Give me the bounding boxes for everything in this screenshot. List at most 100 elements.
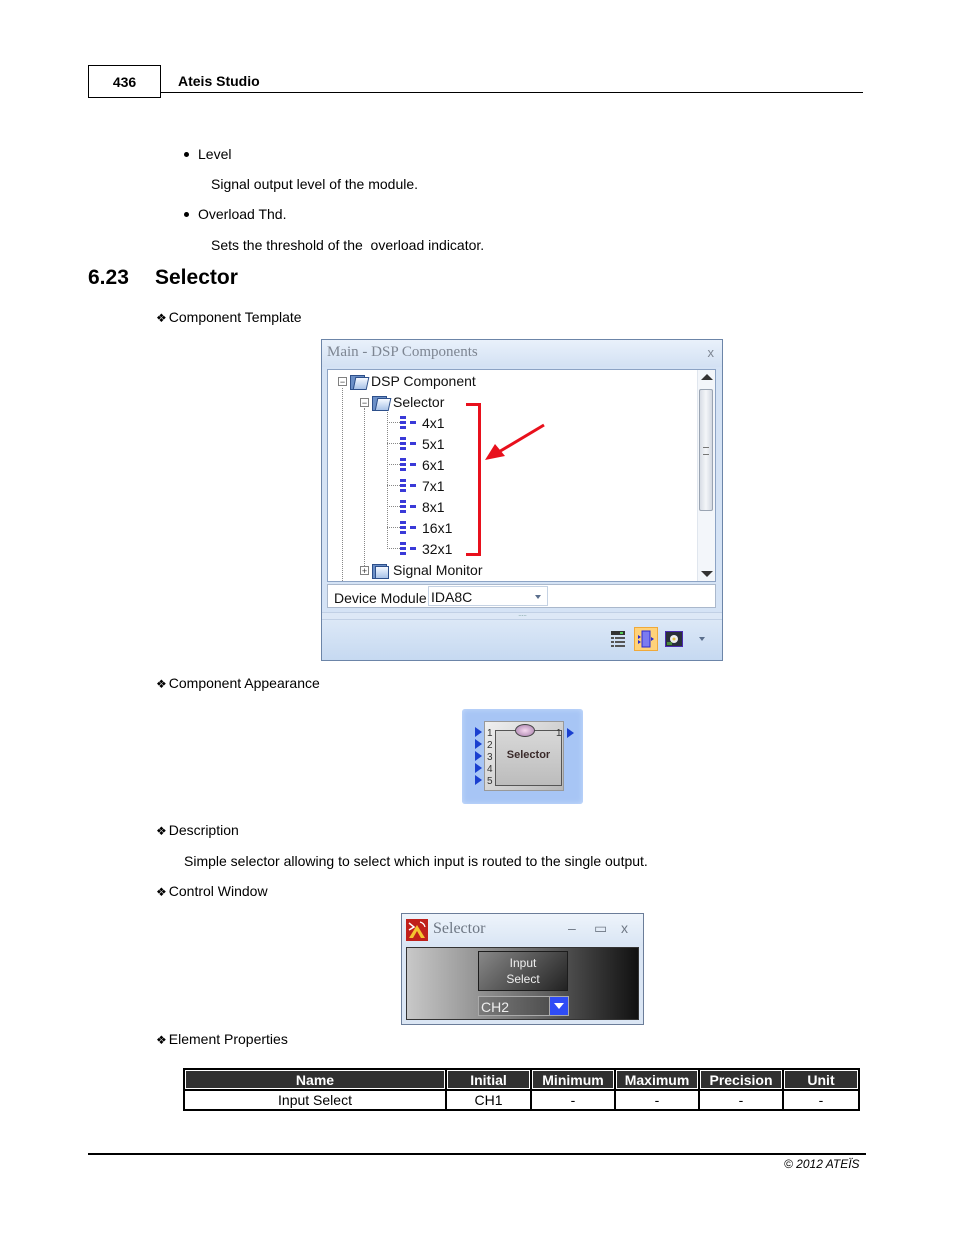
collapse-icon[interactable]: − <box>338 376 347 386</box>
subheading-description: ❖ Description <box>156 822 239 838</box>
tree-leaf-4x1[interactable]: 4x1 <box>400 415 445 431</box>
tree-connector <box>364 408 365 568</box>
input-port-arrow-icon[interactable] <box>475 775 482 785</box>
tree-node-label: 6x1 <box>422 457 445 473</box>
input-port-arrow-icon[interactable] <box>475 727 482 737</box>
image-view-button[interactable] <box>662 627 686 651</box>
tree-connector <box>387 527 400 528</box>
scroll-thumb[interactable] <box>699 389 713 511</box>
cell-initial: CH1 <box>445 1089 532 1111</box>
column-header-maximum: Maximum <box>614 1068 700 1091</box>
input-port-label: 1 <box>487 728 493 739</box>
button-label-line: Input <box>509 956 537 970</box>
description-text: Simple selector allowing to select which… <box>184 853 648 869</box>
component-label: Selector <box>506 749 551 761</box>
close-icon[interactable]: x <box>621 920 628 936</box>
component-view-button[interactable] <box>634 627 658 651</box>
channel-dropdown-button[interactable] <box>549 997 568 1015</box>
table-row: Input Select CH1 - - - - <box>183 1089 860 1111</box>
subheading-component-template: ❖ Component Template <box>156 309 302 325</box>
collapse-icon[interactable]: − <box>360 397 369 407</box>
device-module-select[interactable]: IDA8C <box>428 586 548 606</box>
selector-component-icon <box>400 479 418 493</box>
component-tree: − DSP Component − Selector 4x1 5x1 6x1 7… <box>327 369 716 582</box>
scroll-down-arrow-icon[interactable] <box>701 571 713 577</box>
chevron-down-icon <box>535 595 541 599</box>
subheading-text: Component Template <box>168 309 302 325</box>
toolbar-overflow-button[interactable] <box>690 627 714 651</box>
selector-control-window: Selector – ▭ x Input Select CH2 <box>401 913 644 1025</box>
component-indicator-icon <box>515 724 535 737</box>
header-rule <box>161 92 863 93</box>
maximize-icon[interactable]: ▭ <box>594 920 607 937</box>
control-window-title: Selector <box>433 920 486 937</box>
scroll-up-arrow-icon[interactable] <box>701 374 713 380</box>
tree-connector <box>387 548 400 549</box>
list-view-button[interactable] <box>606 627 630 651</box>
diamond-bullet-icon: ❖ <box>156 677 167 691</box>
minimize-icon[interactable]: – <box>568 920 576 936</box>
subheading-text: Element Properties <box>168 1031 288 1047</box>
selector-component-icon <box>400 458 418 472</box>
scroll-grip-icon <box>703 447 709 455</box>
section-title: Selector <box>155 266 238 289</box>
subheading-text: Description <box>168 822 239 838</box>
footer-copyright: © 2012 ATEÏS <box>784 1157 860 1171</box>
page-number-text: 436 <box>112 73 137 90</box>
tree-leaf-8x1[interactable]: 8x1 <box>400 499 445 515</box>
tree-node-signal-monitor[interactable]: + Signal Monitor <box>360 562 483 579</box>
panel-splitter[interactable]: ····· <box>322 612 722 620</box>
tree-connector <box>387 464 400 465</box>
column-header-unit: Unit <box>782 1068 860 1091</box>
column-header-initial: Initial <box>445 1068 532 1091</box>
subheading-text: Control Window <box>168 883 268 899</box>
tree-leaf-6x1[interactable]: 6x1 <box>400 457 445 473</box>
tree-scrollbar[interactable] <box>697 370 715 581</box>
tree-leaf-32x1[interactable]: 32x1 <box>400 541 452 557</box>
input-port-label: 5 <box>487 776 493 787</box>
tree-node-label: 32x1 <box>422 541 453 557</box>
input-select-button[interactable]: Input Select <box>478 951 568 991</box>
selector-component-icon <box>400 500 418 514</box>
bullet-level-description: Signal output level of the module. <box>211 176 419 192</box>
tree-connector <box>387 506 400 507</box>
channel-select[interactable]: CH2 <box>478 996 569 1016</box>
diamond-bullet-icon: ❖ <box>156 1033 167 1047</box>
tree-node-label: Selector <box>393 394 445 410</box>
tree-node-selector[interactable]: − Selector <box>360 394 445 411</box>
output-port-arrow-icon[interactable] <box>567 728 574 738</box>
annotation-bracket <box>466 403 481 556</box>
tree-leaf-5x1[interactable]: 5x1 <box>400 436 445 452</box>
column-header-precision: Precision <box>698 1068 784 1091</box>
selector-component-icon <box>400 416 418 430</box>
tree-leaf-16x1[interactable]: 16x1 <box>400 520 452 536</box>
bullet-dot <box>184 151 189 157</box>
annotation-arrow-icon <box>485 423 545 460</box>
cell-unit: - <box>782 1089 860 1111</box>
expand-icon[interactable]: + <box>360 565 369 575</box>
input-port-arrow-icon[interactable] <box>475 751 482 761</box>
diamond-bullet-icon: ❖ <box>156 824 167 838</box>
table-header-row: Name Initial Minimum Maximum Precision U… <box>183 1068 860 1091</box>
input-port-arrow-icon[interactable] <box>475 739 482 749</box>
bullet-overload-description: Sets the threshold of the overload indic… <box>211 237 485 253</box>
dsp-toolbar <box>322 620 722 660</box>
diamond-bullet-icon: ❖ <box>156 885 167 899</box>
cell-minimum: - <box>530 1089 616 1111</box>
folder-closed-icon <box>371 563 389 579</box>
close-icon[interactable]: x <box>708 345 715 360</box>
cell-name: Input Select <box>183 1089 447 1111</box>
selector-component-block[interactable]: 1 2 3 4 5 Selector 1 <box>462 709 583 804</box>
image-view-icon <box>665 631 683 647</box>
tree-node-label: Signal Monitor <box>393 562 483 578</box>
tree-leaf-7x1[interactable]: 7x1 <box>400 478 445 494</box>
subheading-control-window: ❖ Control Window <box>156 883 268 899</box>
input-port-arrow-icon[interactable] <box>475 763 482 773</box>
dsp-window-titlebar: Main - DSP Components x <box>322 340 722 367</box>
component-view-icon <box>638 630 654 648</box>
input-port-label: 4 <box>487 764 493 775</box>
ateis-app-icon <box>406 919 428 941</box>
tree-connector <box>342 388 343 581</box>
diamond-bullet-icon: ❖ <box>156 311 167 325</box>
tree-node-dsp-component[interactable]: − DSP Component <box>338 373 476 390</box>
